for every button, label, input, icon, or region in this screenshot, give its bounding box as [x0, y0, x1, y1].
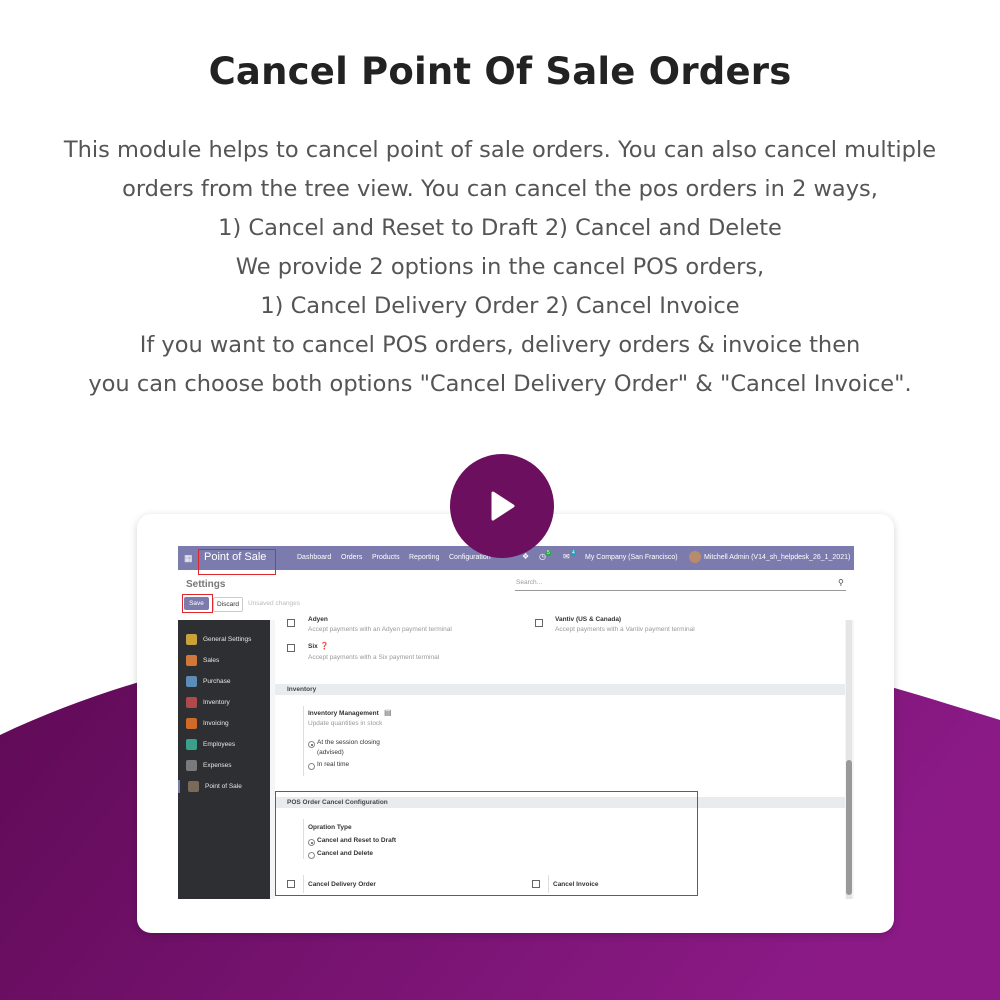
sidebar-item-general-settings[interactable]: General Settings — [186, 633, 251, 646]
sidebar-item-employees[interactable]: Employees — [186, 738, 235, 751]
odoo-screenshot: ▦ Point of Sale Dashboard Orders Product… — [178, 546, 854, 899]
description-line: you can choose both options "Cancel Deli… — [88, 371, 912, 397]
description-line: orders from the tree view. You can cance… — [122, 176, 878, 202]
play-button[interactable] — [450, 454, 554, 558]
expenses-icon — [186, 760, 197, 771]
inventory-section-header — [275, 684, 845, 695]
inventory-mgmt-desc: Update quantities in stock — [308, 720, 383, 727]
adyen-title: Adyen — [308, 616, 328, 623]
apps-grid-icon[interactable]: ▦ — [184, 553, 193, 564]
description-line: If you want to cancel POS orders, delive… — [139, 332, 861, 358]
scrollbar-thumb[interactable] — [846, 760, 852, 895]
page-headline: Cancel Point Of Sale Orders — [208, 50, 792, 93]
highlight-pos-cancel-config — [275, 791, 698, 896]
building-icon: ▤ — [384, 708, 392, 717]
highlight-app-title — [198, 549, 276, 575]
option-session-closing-note: (advised) — [317, 749, 344, 756]
play-icon — [491, 491, 515, 521]
option-real-time: In real time — [317, 761, 350, 768]
activity-clock-icon[interactable]: ◷ — [539, 552, 546, 561]
nav-menu-dashboard[interactable]: Dashboard — [297, 554, 331, 561]
sidebar-item-invoicing[interactable]: Invoicing — [186, 717, 229, 730]
search-input[interactable]: Search... — [516, 579, 542, 586]
highlight-save-button — [182, 594, 213, 613]
control-panel: Settings Search... ⚲ Save Discard Unsave… — [178, 570, 854, 621]
description-line: This module helps to cancel point of sal… — [63, 137, 937, 163]
radio-real-time[interactable] — [308, 763, 315, 770]
chat-icon[interactable]: ✉ — [563, 552, 570, 561]
employees-icon — [186, 739, 197, 750]
settings-sidebar: General Settings Sales Purchase Inventor… — [178, 620, 270, 899]
six-title: Six — [308, 643, 318, 650]
message-count-badge: 4 — [571, 550, 576, 556]
description-line: 1) Cancel Delivery Order 2) Cancel Invoi… — [260, 293, 740, 319]
search-icon[interactable]: ⚲ — [838, 578, 844, 587]
option-session-closing: At the session closing — [317, 739, 380, 746]
discard-button[interactable]: Discard — [213, 597, 243, 612]
vantiv-desc: Accept payments with a Vantiv payment te… — [555, 626, 695, 633]
help-icon[interactable]: ❓ — [320, 642, 329, 650]
pos-icon — [188, 781, 199, 792]
nav-menu-orders[interactable]: Orders — [341, 554, 362, 561]
sidebar-item-inventory[interactable]: Inventory — [186, 696, 230, 709]
search-underline — [515, 590, 846, 591]
sidebar-item-expenses[interactable]: Expenses — [186, 759, 232, 772]
sidebar-item-purchase[interactable]: Purchase — [186, 675, 230, 688]
inventory-mgmt-title: Inventory Management — [308, 710, 379, 717]
activity-count-badge: 5 — [546, 550, 551, 556]
user-avatar[interactable] — [689, 551, 701, 563]
sidebar-item-sales[interactable]: Sales — [186, 654, 219, 667]
nav-menu-products[interactable]: Products — [372, 554, 400, 561]
six-checkbox[interactable] — [287, 644, 295, 652]
vantiv-title: Vantiv (US & Canada) — [555, 616, 622, 623]
purchase-icon — [186, 676, 197, 687]
nav-menu-reporting[interactable]: Reporting — [409, 554, 439, 561]
invoice-icon — [186, 718, 197, 729]
scrollbar-track[interactable] — [846, 620, 852, 899]
company-switcher[interactable]: My Company (San Francisco) — [585, 554, 678, 561]
inventory-box-icon — [186, 697, 197, 708]
adyen-checkbox[interactable] — [287, 619, 295, 627]
sidebar-item-point-of-sale[interactable]: Point of Sale — [178, 780, 270, 793]
description-line: 1) Cancel and Reset to Draft 2) Cancel a… — [218, 215, 782, 241]
radio-session-closing[interactable] — [308, 741, 315, 748]
inventory-section-title: Inventory — [287, 686, 317, 693]
description-line: We provide 2 options in the cancel POS o… — [235, 254, 765, 280]
sales-chart-icon — [186, 655, 197, 666]
unsaved-changes-label: Unsaved changes — [248, 600, 301, 607]
user-menu[interactable]: Mitchell Admin (V14_sh_helpdesk_26_1_202… — [704, 554, 850, 561]
adyen-desc: Accept payments with an Adyen payment te… — [308, 626, 452, 633]
divider — [303, 706, 304, 776]
settings-title: Settings — [186, 579, 226, 590]
gear-icon — [186, 634, 197, 645]
vantiv-checkbox[interactable] — [535, 619, 543, 627]
six-desc: Accept payments with a Six payment termi… — [308, 654, 440, 661]
